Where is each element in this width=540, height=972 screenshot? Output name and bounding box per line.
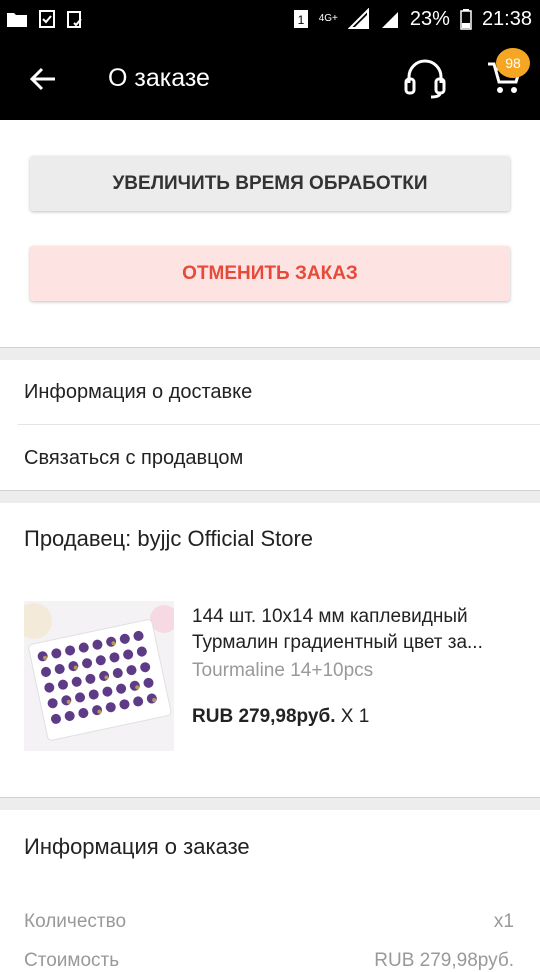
headset-icon [404, 59, 446, 99]
support-button[interactable] [402, 58, 448, 100]
clipboard-check-icon [66, 9, 84, 29]
order-info-label: Количество [24, 911, 127, 932]
order-info-value: x1 [493, 911, 514, 932]
order-info-row: Стоимость RUB 279,98руб. [24, 950, 514, 972]
svg-text:1: 1 [297, 13, 304, 27]
cancel-order-button[interactable]: ОТМЕНИТЬ ЗАКАЗ [30, 246, 510, 301]
order-info-value: RUB 279,98руб. [374, 950, 514, 971]
app-toolbar: О заказе 98 [0, 38, 540, 120]
product-quantity: X 1 [340, 706, 370, 727]
folder-icon [6, 10, 28, 28]
product-image[interactable] [24, 601, 174, 751]
checkbox-icon [38, 9, 56, 29]
product-variant: Tourmaline 14+10pcs [192, 660, 374, 681]
delivery-info-link[interactable]: Информация о доставке [0, 360, 540, 425]
clock: 21:38 [481, 7, 532, 30]
cart-count-badge: 98 [496, 48, 530, 78]
network-type: 4G+ [318, 13, 338, 24]
product-price: RUB 279,98руб. [192, 706, 336, 727]
contact-seller-link[interactable]: Связаться с продавцом [0, 426, 540, 491]
section-divider [0, 347, 540, 360]
status-bar: 1 4G+ 23% 21:38 [0, 0, 540, 38]
order-info-row: Количество x1 [24, 911, 514, 933]
section-divider [0, 797, 540, 810]
signal-icon [347, 8, 370, 30]
order-info-label: Стоимость [24, 950, 120, 971]
battery-icon [460, 8, 472, 30]
seller-name[interactable]: Продавец: byjjc Official Store [24, 526, 313, 552]
back-arrow-icon [29, 67, 55, 91]
signal-icon [380, 8, 400, 30]
product-price-line: RUB 279,98руб. X 1 [192, 706, 369, 728]
page-title: О заказе [108, 64, 210, 92]
battery-percent: 23% [409, 7, 450, 30]
row-divider [18, 424, 540, 425]
product-title-line: Турмалин градиентный цвет за... [192, 632, 483, 653]
extend-processing-time-button[interactable]: УВЕЛИЧИТЬ ВРЕМЯ ОБРАБОТКИ [30, 156, 510, 211]
sim-icon: 1 [293, 9, 309, 29]
product-title[interactable]: 144 шт. 10x14 мм каплевидный Турмалин гр… [192, 604, 522, 656]
product-photo [24, 601, 174, 751]
back-button[interactable] [26, 62, 60, 96]
product-title-line: 144 шт. 10x14 мм каплевидный [192, 606, 468, 627]
order-info-title: Информация о заказе [24, 834, 250, 859]
section-divider [0, 490, 540, 503]
